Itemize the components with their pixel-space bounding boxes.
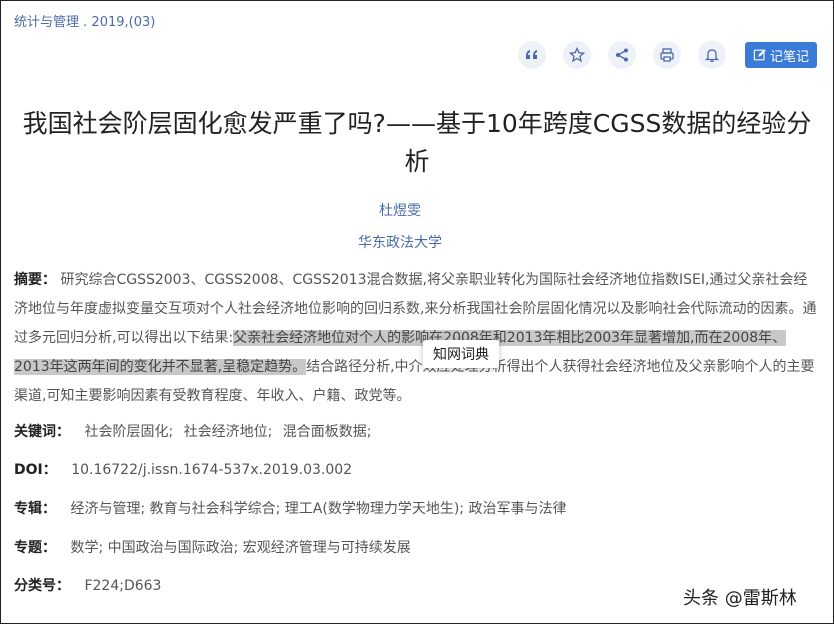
doi-label: DOI： <box>14 462 57 478</box>
series-label: 专辑： <box>14 501 56 517</box>
journal-name[interactable]: 统计与管理 <box>14 15 79 30</box>
journal-source[interactable]: 统计与管理 . 2019,(03) <box>14 11 155 30</box>
take-note-button[interactable]: 记笔记 <box>745 42 817 68</box>
organization-link[interactable]: 华东政法大学 <box>0 232 800 252</box>
author-link[interactable]: 杜煜雯 <box>0 200 800 220</box>
abstract-label: 摘要： <box>14 272 56 288</box>
subscribe-button[interactable] <box>698 41 726 69</box>
classification-label: 分类号： <box>14 578 70 594</box>
watermark: 头条 @雷斯林 <box>683 588 797 609</box>
share-button[interactable] <box>608 41 636 69</box>
topic-row: 专题： 数学; 中国政治与国际政治; 宏观经济管理与可持续发展 <box>14 537 411 557</box>
series-value: 经济与管理; 教育与社会科学综合; 理工A(数学物理力学天地生); 政治军事与法… <box>70 501 567 517</box>
print-button[interactable] <box>653 41 681 69</box>
bell-icon <box>704 49 720 63</box>
take-note-label: 记笔记 <box>769 49 809 65</box>
classification-row: 分类号： F224;D663 <box>14 575 161 595</box>
share-icon <box>616 48 628 62</box>
keywords-row: 关键词： 社会阶层固化; 社会经济地位; 混合面板数据; <box>14 421 372 441</box>
keywords-label: 关键词： <box>14 424 70 440</box>
topic-value: 数学; 中国政治与国际政治; 宏观经济管理与可持续发展 <box>70 540 411 556</box>
cite-button[interactable] <box>518 41 546 69</box>
doi-row: DOI： 10.16722/j.issn.1674-537x.2019.03.0… <box>14 459 352 479</box>
print-icon <box>660 48 674 62</box>
keyword-link[interactable]: 混合面板数据; <box>283 424 372 440</box>
article-toolbar <box>518 41 743 69</box>
quote-icon <box>526 50 537 59</box>
keyword-link[interactable]: 社会经济地位; <box>184 424 273 440</box>
classification-value: F224;D663 <box>84 578 162 594</box>
star-icon <box>569 47 585 63</box>
dictionary-tooltip[interactable]: 知网词典 <box>423 340 499 368</box>
keyword-link[interactable]: 社会阶层固化; <box>84 424 173 440</box>
topic-label: 专题： <box>14 540 56 556</box>
abstract-block: 摘要： 研究综合CGSS2003、CGSS2008、CGSS2013混合数据,将… <box>14 266 820 411</box>
journal-issue: . 2019,(03) <box>83 15 156 30</box>
doi-value: 10.16722/j.issn.1674-537x.2019.03.002 <box>71 462 353 478</box>
series-row: 专辑： 经济与管理; 教育与社会科学综合; 理工A(数学物理力学天地生); 政治… <box>14 498 566 518</box>
article-title: 我国社会阶层固化愈发严重了吗?——基于10年跨度CGSS数据的经验分析 <box>22 109 812 176</box>
pencil-icon <box>753 49 766 61</box>
favorite-button[interactable] <box>563 41 591 69</box>
